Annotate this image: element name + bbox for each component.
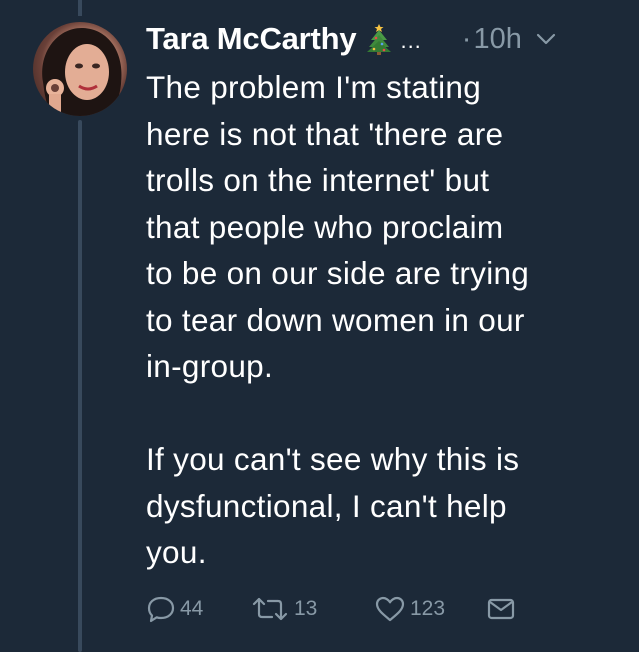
tweet-header: Tara McCarthy ... · 10h <box>146 18 621 60</box>
thread-line <box>78 120 82 652</box>
avatar-image <box>42 27 122 116</box>
tweet-content: Tara McCarthy ... · 10h The problem I'm … <box>146 18 621 576</box>
retweet-button[interactable]: 13 <box>250 595 374 623</box>
display-name[interactable]: Tara McCarthy <box>146 21 357 57</box>
heart-icon <box>375 596 405 622</box>
envelope-icon <box>487 598 515 620</box>
retweet-icon <box>252 597 288 621</box>
timestamp[interactable]: 10h <box>473 23 521 56</box>
time-separator: · <box>461 22 472 55</box>
name-truncation: ... <box>400 28 422 53</box>
like-count: 123 <box>410 597 446 620</box>
reply-count: 44 <box>180 597 204 620</box>
reply-button[interactable]: 44 <box>146 595 250 623</box>
direct-message-button[interactable] <box>486 596 516 622</box>
tweet-actions: 44 13 123 <box>146 594 516 624</box>
retweet-count: 13 <box>294 597 318 620</box>
avatar[interactable] <box>33 22 127 116</box>
chevron-down-icon[interactable] <box>536 33 556 45</box>
reply-icon <box>147 596 175 623</box>
tweet-page: Tara McCarthy ... · 10h The problem I'm … <box>0 0 639 652</box>
christmas-tree-icon <box>367 24 392 55</box>
thread-line-top <box>78 0 82 16</box>
like-button[interactable]: 123 <box>374 595 486 623</box>
tweet-text: The problem I'm stating here is not that… <box>146 69 530 570</box>
